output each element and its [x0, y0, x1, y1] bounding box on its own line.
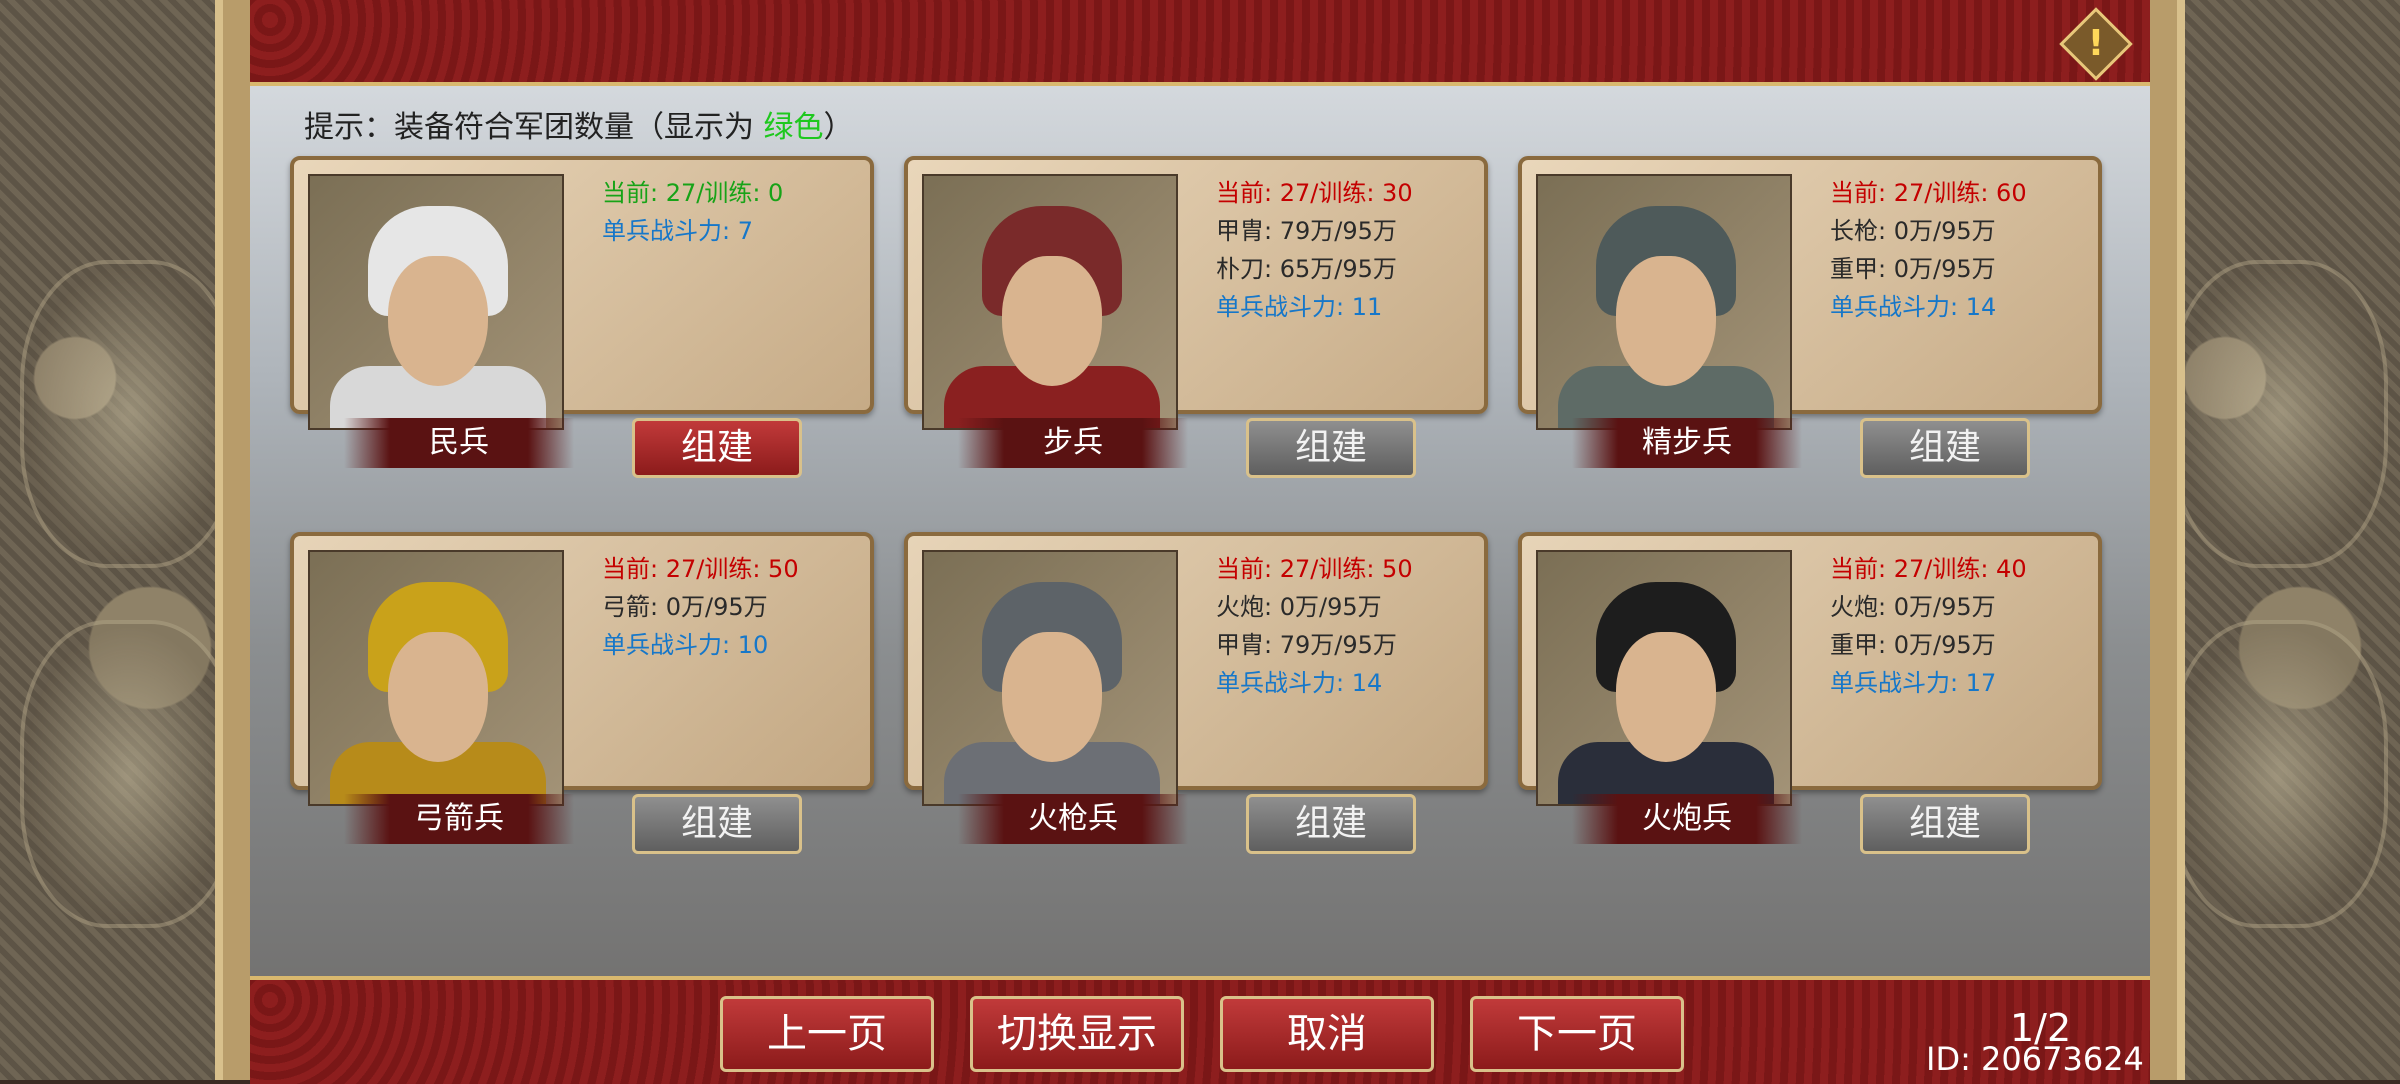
- build-button[interactable]: 组建: [1860, 794, 2030, 854]
- unit-info: 当前: 27/训练: 50 弓箭: 0万/95万 单兵战斗力: 10: [602, 550, 799, 664]
- unit-power: 单兵战斗力: 14: [1830, 293, 1997, 321]
- build-button[interactable]: 组建: [632, 794, 802, 854]
- unit-name: 火炮兵: [1572, 794, 1802, 844]
- unit-portrait: [308, 550, 564, 806]
- exclamation-icon: !: [2087, 23, 2105, 64]
- unit-portrait: [922, 174, 1178, 430]
- unit-portrait: [1536, 550, 1792, 806]
- unit-card: 弓箭兵 当前: 27/训练: 50 弓箭: 0万/95万 单兵战斗力: 10 组建: [290, 532, 874, 854]
- unit-current-count: 当前: 27/训练: 50: [602, 555, 799, 583]
- unit-card: 火枪兵 当前: 27/训练: 50 火炮: 0万/95万 甲胄: 79万/95万 单兵战…: [904, 532, 1488, 854]
- unit-equipment-line: 长枪: 0万/95万: [1830, 217, 1996, 245]
- unit-equipment-line: 火炮: 0万/95万: [1830, 593, 1996, 621]
- unit-card: 步兵 当前: 27/训练: 30 甲胄: 79万/95万 朴刀: 65万/95万 单兵战…: [904, 156, 1488, 478]
- unit-name: 步兵: [958, 418, 1188, 468]
- portrait-face: [388, 632, 488, 762]
- user-id: ID: 20673624: [1926, 1040, 2144, 1078]
- unit-power: 单兵战斗力: 14: [1216, 669, 1383, 697]
- unit-current-count: 当前: 27/训练: 40: [1830, 555, 2027, 583]
- next-page-button[interactable]: 下一页: [1470, 996, 1684, 1072]
- unit-equipment-line: 重甲: 0万/95万: [1830, 255, 1996, 283]
- unit-name: 弓箭兵: [344, 794, 574, 844]
- unit-current-count: 当前: 27/训练: 30: [1216, 179, 1413, 207]
- unit-equipment-line: 甲胄: 79万/95万: [1216, 217, 1397, 245]
- unit-power: 单兵战斗力: 10: [602, 631, 769, 659]
- left-decor-panel: [0, 0, 250, 1080]
- unit-info: 当前: 27/训练: 60 长枪: 0万/95万 重甲: 0万/95万 单兵战斗力: …: [1830, 174, 2027, 326]
- dialog-footer: [250, 976, 2150, 1084]
- cancel-button[interactable]: 取消: [1220, 996, 1434, 1072]
- build-button[interactable]: 组建: [632, 418, 802, 478]
- dragon-emblem: [20, 620, 238, 928]
- unit-equipment-line: 重甲: 0万/95万: [1830, 631, 1996, 659]
- unit-equipment-line: 弓箭: 0万/95万: [602, 593, 768, 621]
- build-button[interactable]: 组建: [1246, 794, 1416, 854]
- unit-name: 精步兵: [1572, 418, 1802, 468]
- unit-portrait: [308, 174, 564, 430]
- build-button[interactable]: 组建: [1246, 418, 1416, 478]
- unit-card: 民兵 当前: 27/训练: 0 单兵战斗力: 7 组建: [290, 156, 874, 478]
- dragon-emblem: [2170, 260, 2388, 568]
- prev-page-button[interactable]: 上一页: [720, 996, 934, 1072]
- unit-equipment-line: 甲胄: 79万/95万: [1216, 631, 1397, 659]
- unit-equipment-line: 火炮: 0万/95万: [1216, 593, 1382, 621]
- unit-power: 单兵战斗力: 17: [1830, 669, 1997, 697]
- portrait-face: [388, 256, 488, 386]
- build-button[interactable]: 组建: [1860, 418, 2030, 478]
- unit-card: 精步兵 当前: 27/训练: 60 长枪: 0万/95万 重甲: 0万/95万 单兵战斗…: [1518, 156, 2102, 478]
- portrait-face: [1616, 632, 1716, 762]
- toggle-display-button[interactable]: 切换显示: [970, 996, 1184, 1072]
- unit-name: 民兵: [344, 418, 574, 468]
- hint-text: 提示：装备符合军团数量（显示为 绿色）: [304, 110, 854, 145]
- unit-info: 当前: 27/训练: 50 火炮: 0万/95万 甲胄: 79万/95万 单兵战斗力:…: [1216, 550, 1413, 702]
- unit-current-count: 当前: 27/训练: 60: [1830, 179, 2027, 207]
- right-decor-panel: [2150, 0, 2400, 1080]
- unit-info: 当前: 27/训练: 40 火炮: 0万/95万 重甲: 0万/95万 单兵战斗力: …: [1830, 550, 2027, 702]
- unit-info: 当前: 27/训练: 0 单兵战斗力: 7: [602, 174, 783, 250]
- unit-portrait: [1536, 174, 1792, 430]
- unit-name: 火枪兵: [958, 794, 1188, 844]
- unit-current-count: 当前: 27/训练: 0: [602, 179, 784, 207]
- unit-info: 当前: 27/训练: 30 甲胄: 79万/95万 朴刀: 65万/95万 单兵战斗力…: [1216, 174, 1413, 326]
- dragon-emblem: [2170, 620, 2388, 928]
- dialog-header: [250, 0, 2150, 86]
- unit-equipment-line: 朴刀: 65万/95万: [1216, 255, 1397, 283]
- unit-card: 火炮兵 当前: 27/训练: 40 火炮: 0万/95万 重甲: 0万/95万 单兵战斗…: [1518, 532, 2102, 854]
- unit-portrait: [922, 550, 1178, 806]
- unit-current-count: 当前: 27/训练: 50: [1216, 555, 1413, 583]
- portrait-face: [1616, 256, 1716, 386]
- unit-power: 单兵战斗力: 11: [1216, 293, 1383, 321]
- portrait-face: [1002, 632, 1102, 762]
- portrait-face: [1002, 256, 1102, 386]
- dragon-emblem: [20, 260, 238, 568]
- unit-power: 单兵战斗力: 7: [602, 217, 753, 245]
